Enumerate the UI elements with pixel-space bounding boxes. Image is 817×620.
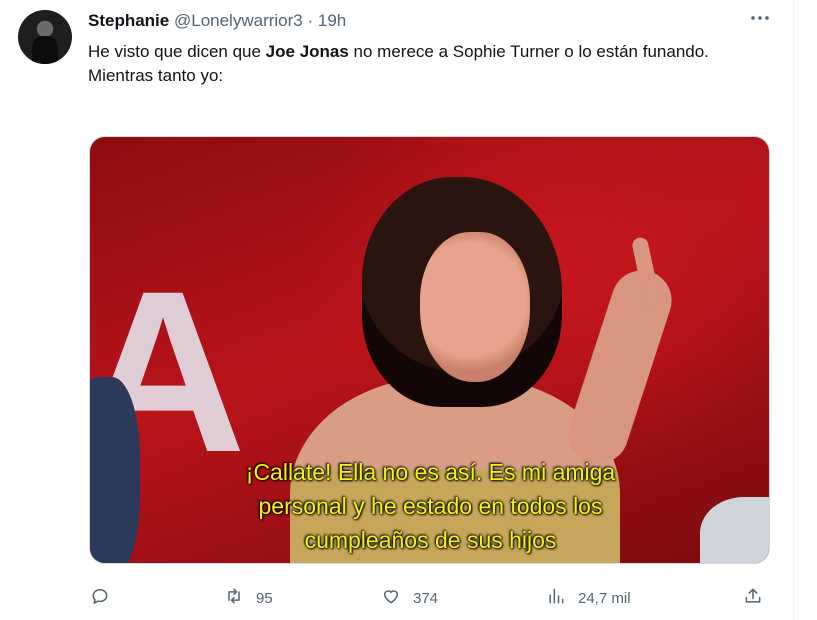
tweet-text: He visto que dicen que Joe Jonas no mere… — [88, 40, 778, 88]
avatar[interactable] — [18, 10, 72, 64]
woman-face — [420, 232, 530, 382]
share-button[interactable] — [743, 585, 763, 611]
like-icon — [381, 586, 401, 610]
retweet-count: 95 — [256, 589, 273, 607]
column-border — [793, 0, 794, 620]
caption-line: personal y he estado en todos los — [258, 493, 603, 519]
header-separator: · — [307, 11, 314, 30]
like-count: 374 — [413, 589, 439, 607]
author-handle[interactable]: @Lonelywarrior3 — [174, 11, 303, 30]
media-caption: ¡Callate! Ella no es así. Es mi amiga pe… — [90, 455, 769, 557]
tweet-text-part: no merece a Sophie Turner o lo están fun… — [348, 42, 709, 61]
caption-line: ¡Callate! Ella no es así. Es mi amiga — [245, 459, 616, 485]
more-icon[interactable] — [748, 6, 772, 30]
reply-icon — [90, 586, 110, 610]
tweet-text-bold: Joe Jonas — [265, 42, 349, 61]
tweet-actions: 95 374 24,7 mil — [0, 585, 817, 611]
tweet-text-paragraph: He visto que dicen que Joe Jonas no mere… — [88, 40, 778, 64]
tweet-time[interactable]: 19h — [318, 11, 346, 30]
retweet-icon — [224, 586, 244, 610]
retweet-button[interactable]: 95 — [224, 585, 273, 611]
share-icon — [743, 586, 763, 610]
author-name[interactable]: Stephanie — [88, 11, 169, 30]
caption-line: cumpleaños de sus hijos — [304, 527, 557, 553]
like-button[interactable]: 374 — [381, 585, 438, 611]
views-count: 24,7 mil — [578, 589, 631, 607]
woman-arm — [560, 262, 680, 472]
tweet-text-part: He visto que dicen que — [88, 42, 266, 61]
reply-button[interactable] — [90, 585, 122, 611]
tweet-media[interactable]: A ¡Callate! Ella no es así. Es mi amiga … — [89, 136, 770, 564]
views-button[interactable]: 24,7 mil — [546, 585, 631, 611]
views-icon — [546, 586, 566, 610]
tweet-text-line: Mientras tanto yo: — [88, 66, 224, 85]
tweet-header: Stephanie @Lonelywarrior3 · 19h — [88, 11, 346, 31]
